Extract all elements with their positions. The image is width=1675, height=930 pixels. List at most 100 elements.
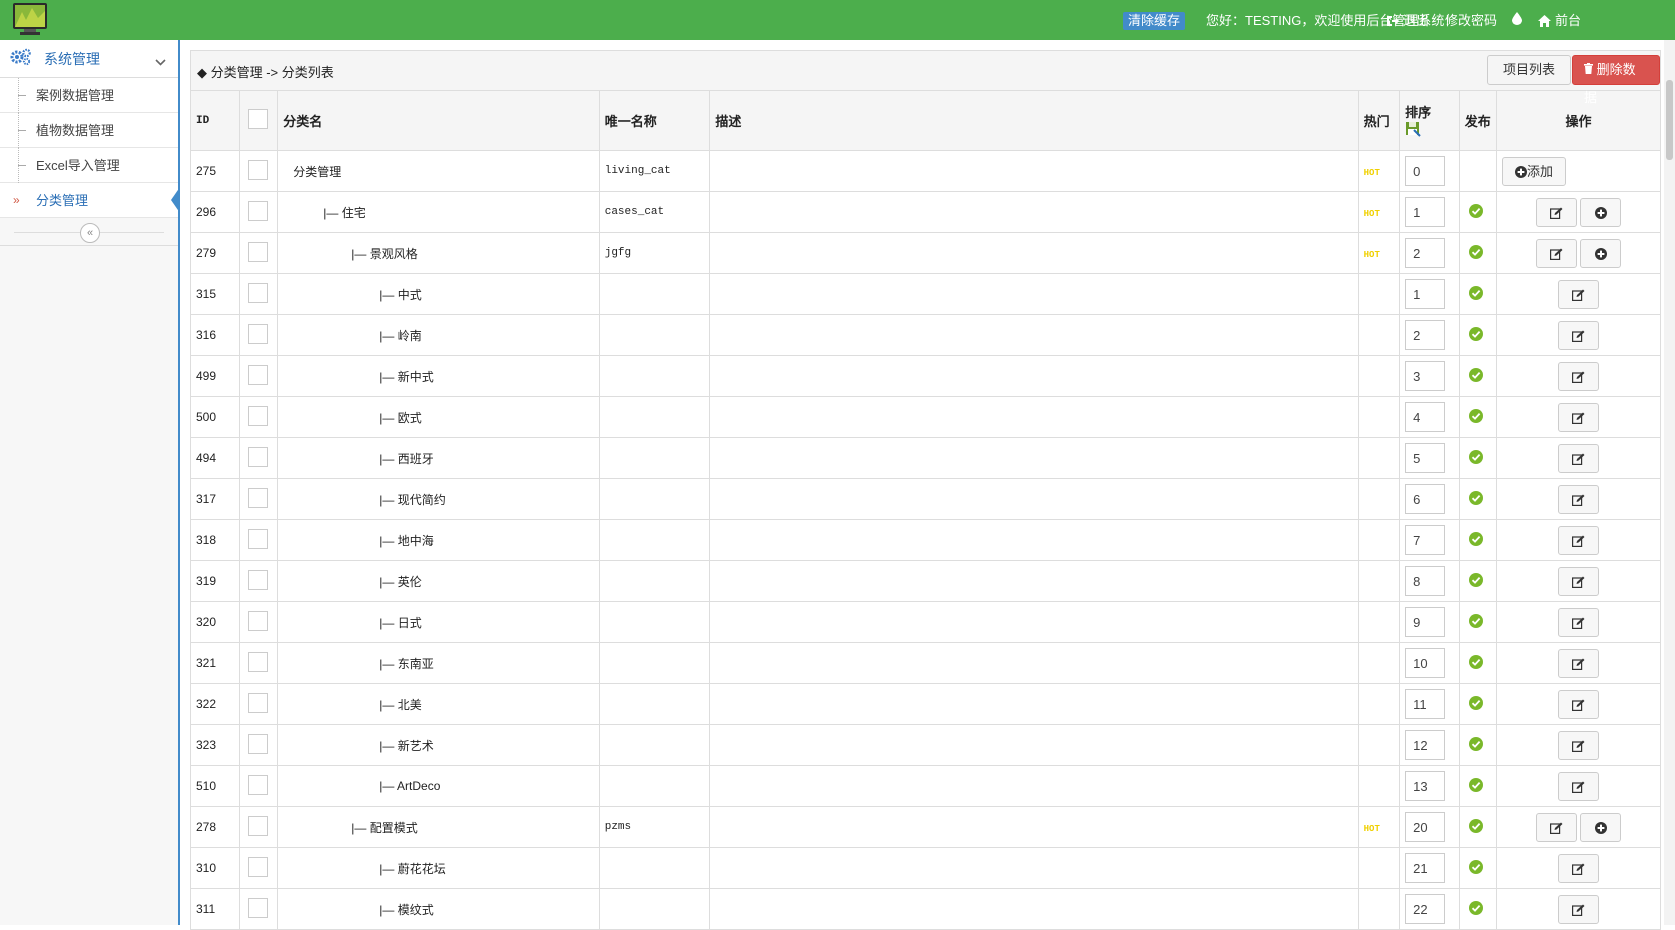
sort-input[interactable] <box>1405 771 1446 801</box>
edit-button[interactable] <box>1557 402 1599 432</box>
sort-input[interactable] <box>1405 894 1446 924</box>
published-check-icon[interactable] <box>1468 900 1483 918</box>
sort-input[interactable] <box>1405 689 1446 719</box>
row-checkbox[interactable] <box>247 446 268 467</box>
row-checkbox[interactable] <box>247 692 268 713</box>
row-checkbox[interactable] <box>247 200 268 221</box>
edit-button[interactable] <box>1557 648 1599 678</box>
published-check-icon[interactable] <box>1468 695 1483 713</box>
edit-button[interactable] <box>1557 320 1599 350</box>
sidebar-section-header[interactable]: 系统管理 <box>0 40 178 78</box>
edit-button[interactable] <box>1535 197 1577 227</box>
select-all-checkbox[interactable] <box>247 109 268 129</box>
published-check-icon[interactable] <box>1468 408 1483 426</box>
sort-input[interactable] <box>1405 812 1446 842</box>
row-checkbox[interactable] <box>247 405 268 426</box>
project-list-button[interactable]: 项目列表 <box>1487 55 1572 85</box>
sort-input[interactable] <box>1405 402 1446 432</box>
edit-button[interactable] <box>1557 689 1599 719</box>
change-password-link[interactable]: 修改密码 <box>1445 12 1497 30</box>
edit-button[interactable] <box>1557 525 1599 555</box>
row-checkbox[interactable] <box>247 241 268 262</box>
row-checkbox[interactable] <box>247 528 268 549</box>
edit-button[interactable] <box>1557 361 1599 391</box>
row-checkbox[interactable] <box>247 897 268 918</box>
logout-link[interactable]: 退出 <box>1386 12 1429 30</box>
row-checkbox[interactable] <box>247 159 268 180</box>
save-sort-icon[interactable] <box>1405 121 1421 140</box>
row-checkbox[interactable] <box>247 815 268 836</box>
frontend-link[interactable]: 前台 <box>1538 12 1581 30</box>
row-checkbox[interactable] <box>247 651 268 672</box>
edit-button[interactable] <box>1535 238 1577 268</box>
published-check-icon[interactable] <box>1468 449 1483 467</box>
published-check-icon[interactable] <box>1468 285 1483 303</box>
published-check-icon[interactable] <box>1468 326 1483 344</box>
sort-input[interactable] <box>1405 484 1446 514</box>
hot-badge[interactable]: HOT <box>1364 168 1380 178</box>
sort-input[interactable] <box>1405 525 1446 555</box>
sort-input[interactable] <box>1405 320 1446 350</box>
row-checkbox[interactable] <box>247 774 268 795</box>
sidebar-item-category[interactable]: » 分类管理 <box>0 183 180 218</box>
published-check-icon[interactable] <box>1468 859 1483 877</box>
published-check-icon[interactable] <box>1468 736 1483 754</box>
row-checkbox[interactable] <box>247 323 268 344</box>
sort-input[interactable] <box>1405 156 1446 186</box>
published-check-icon[interactable] <box>1468 572 1483 590</box>
published-check-icon[interactable] <box>1468 490 1483 508</box>
sort-input[interactable] <box>1405 443 1446 473</box>
published-check-icon[interactable] <box>1468 777 1483 795</box>
row-checkbox[interactable] <box>247 282 268 303</box>
page-scrollbar[interactable] <box>1664 40 1675 925</box>
add-child-button[interactable] <box>1580 812 1622 842</box>
hot-badge[interactable]: HOT <box>1364 824 1380 834</box>
edit-button[interactable] <box>1557 894 1599 924</box>
sort-input[interactable] <box>1405 853 1446 883</box>
edit-button[interactable] <box>1557 279 1599 309</box>
sort-input[interactable] <box>1405 730 1446 760</box>
hot-badge[interactable]: HOT <box>1364 209 1380 219</box>
hot-badge[interactable]: HOT <box>1364 250 1380 260</box>
edit-button[interactable] <box>1557 730 1599 760</box>
row-checkbox[interactable] <box>247 569 268 590</box>
sidebar-item-excel-import[interactable]: Excel导入管理 <box>0 148 178 183</box>
row-checkbox[interactable] <box>247 364 268 385</box>
edit-button[interactable] <box>1557 566 1599 596</box>
sort-input[interactable] <box>1405 566 1446 596</box>
published-check-icon[interactable] <box>1468 654 1483 672</box>
published-check-icon[interactable] <box>1468 244 1483 262</box>
sidebar-item-case-data[interactable]: 案例数据管理 <box>0 78 178 113</box>
published-check-icon[interactable] <box>1468 531 1483 549</box>
edit-button[interactable] <box>1557 853 1599 883</box>
scrollbar-thumb[interactable] <box>1666 80 1673 160</box>
edit-button[interactable] <box>1557 771 1599 801</box>
sort-input[interactable] <box>1405 238 1446 268</box>
sort-input[interactable] <box>1405 197 1446 227</box>
row-checkbox[interactable] <box>247 610 268 631</box>
edit-button[interactable] <box>1557 607 1599 637</box>
add-child-button[interactable] <box>1580 238 1622 268</box>
add-child-button[interactable] <box>1580 197 1622 227</box>
row-checkbox[interactable] <box>247 856 268 877</box>
sidebar-item-plant-data[interactable]: 植物数据管理 <box>0 113 178 148</box>
logo-icon[interactable] <box>12 2 48 36</box>
edit-button[interactable] <box>1557 484 1599 514</box>
clear-cache-button[interactable]: 清除缓存 <box>1123 12 1186 30</box>
edit-button[interactable] <box>1557 443 1599 473</box>
sort-input[interactable] <box>1405 648 1446 678</box>
sort-input[interactable] <box>1405 279 1446 309</box>
sort-input[interactable] <box>1405 361 1446 391</box>
add-child-button[interactable]: 添加 <box>1501 156 1566 186</box>
row-checkbox[interactable] <box>247 733 268 754</box>
published-check-icon[interactable] <box>1468 203 1483 221</box>
collapse-sidebar-icon[interactable]: « <box>80 223 100 243</box>
published-check-icon[interactable] <box>1468 818 1483 836</box>
sort-input[interactable] <box>1405 607 1446 637</box>
published-check-icon[interactable] <box>1468 367 1483 385</box>
row-checkbox[interactable] <box>247 487 268 508</box>
delete-data-button[interactable]: 删除数据 <box>1572 55 1660 105</box>
edit-button[interactable] <box>1535 812 1577 842</box>
theme-toggle[interactable] <box>1512 12 1522 25</box>
published-check-icon[interactable] <box>1468 613 1483 631</box>
